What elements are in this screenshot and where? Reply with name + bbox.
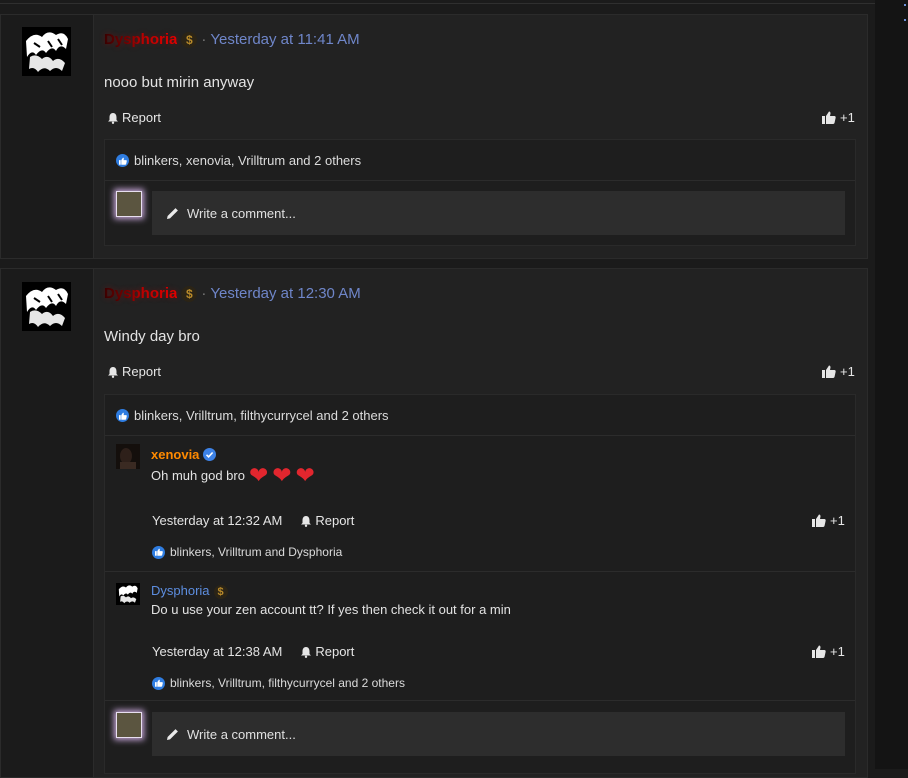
verified-badge-icon: [203, 448, 217, 462]
comment-timestamp[interactable]: Yesterday at 12:38 AM: [152, 644, 282, 659]
write-comment-input[interactable]: Write a comment...: [152, 191, 845, 235]
post-message: nooo but mirin anyway: [104, 74, 255, 91]
reaction-summary[interactable]: blinkers, Vrilltrum, filthycurrycel and …: [152, 676, 405, 690]
thumbs-up-icon: [812, 645, 826, 658]
dollar-coin-icon: $: [213, 584, 228, 599]
reaction-summary[interactable]: blinkers, Vrilltrum and Dysphoria: [152, 545, 342, 559]
write-comment-input[interactable]: Write a comment...: [152, 712, 845, 756]
heart-icon: ❤: [248, 462, 269, 488]
reaction-users: blinkers, xenovia, Vrilltrum and 2 other…: [134, 153, 362, 168]
top-divider: [0, 3, 875, 4]
scrollbar-track[interactable]: [875, 0, 908, 769]
comment-author[interactable]: Dysphoria $: [151, 583, 228, 599]
avatar[interactable]: [22, 282, 71, 331]
reaction-users: blinkers, Vrilltrum, filthycurrycel and …: [134, 408, 389, 423]
post-header: Dysphoria $ · Yesterday at 12:30 AM: [104, 285, 361, 303]
comment-placeholder: Write a comment...: [187, 726, 296, 742]
like-reaction-icon: [152, 676, 165, 690]
post-timestamp[interactable]: Yesterday at 11:41 AM: [210, 31, 359, 48]
pencil-icon: [167, 728, 178, 740]
report-label: Report: [122, 110, 162, 125]
comment-meta: Yesterday at 12:32 AM Report: [152, 513, 354, 528]
reaction-users: blinkers, Vrilltrum, filthycurrycel and …: [170, 676, 405, 690]
post-sidebar: [1, 269, 94, 777]
bell-icon: [301, 515, 312, 527]
bell-icon: [108, 366, 118, 378]
comment-avatar[interactable]: [116, 583, 140, 605]
dollar-coin-icon: $: [181, 32, 198, 49]
post-author[interactable]: Dysphoria: [104, 285, 177, 302]
bell-icon: [108, 112, 118, 124]
post-timestamp[interactable]: Yesterday at 12:30 AM: [210, 285, 360, 302]
report-label: Report: [315, 513, 355, 528]
like-label: +1: [830, 644, 845, 659]
like-label: +1: [830, 513, 845, 528]
post-author[interactable]: Dysphoria: [104, 31, 177, 48]
scroll-marker: [904, 4, 906, 6]
like-label: +1: [840, 110, 855, 125]
like-button[interactable]: +1: [822, 110, 855, 125]
scroll-marker: [904, 19, 906, 21]
thumbs-up-icon: [822, 111, 836, 124]
comment-avatar[interactable]: [116, 444, 140, 469]
heart-icon: ❤: [295, 462, 315, 488]
like-button[interactable]: +1: [812, 644, 845, 659]
dollar-coin-icon: $: [181, 286, 198, 303]
comment-meta: Yesterday at 12:38 AM Report: [152, 644, 354, 659]
comment-placeholder: Write a comment...: [187, 205, 296, 221]
post-header: Dysphoria $ · Yesterday at 11:41 AM: [104, 31, 360, 49]
like-button[interactable]: +1: [822, 364, 855, 379]
report-label: Report: [122, 364, 162, 379]
reaction-summary[interactable]: blinkers, Vrilltrum, filthycurrycel and …: [116, 408, 389, 423]
reactions-and-comments: blinkers, Vrilltrum, filthycurrycel and …: [104, 394, 856, 774]
report-button[interactable]: Report: [300, 644, 354, 659]
report-label: Report: [315, 644, 355, 659]
current-user-avatar: [116, 191, 142, 217]
heart-icon: ❤: [272, 462, 292, 488]
report-button[interactable]: Report: [300, 513, 354, 528]
comment-author[interactable]: xenovia: [151, 447, 217, 462]
reactions-and-comments: blinkers, xenovia, Vrilltrum and 2 other…: [104, 139, 856, 246]
comment-text: Oh muh god bro ❤ ❤ ❤: [151, 462, 315, 488]
like-reaction-icon: [152, 545, 165, 559]
like-reaction-icon: [116, 409, 129, 422]
reaction-users: blinkers, Vrilltrum and Dysphoria: [170, 545, 343, 559]
like-label: +1: [840, 364, 855, 379]
separator-dot: ·: [201, 31, 207, 48]
divider: [105, 700, 855, 701]
separator-dot: ·: [201, 285, 207, 302]
thumbs-up-icon: [822, 365, 836, 378]
divider: [105, 435, 855, 436]
avatar[interactable]: [22, 27, 71, 76]
post-message: Windy day bro: [104, 328, 200, 345]
bell-icon: [301, 646, 312, 658]
reaction-summary[interactable]: blinkers, xenovia, Vrilltrum and 2 other…: [116, 153, 361, 168]
thumbs-up-icon: [812, 514, 826, 527]
divider: [105, 571, 855, 572]
like-reaction-icon: [116, 154, 129, 167]
like-button[interactable]: +1: [812, 513, 845, 528]
report-button[interactable]: Report: [107, 364, 161, 379]
pencil-icon: [167, 207, 178, 219]
report-button[interactable]: Report: [107, 110, 161, 125]
comment-timestamp[interactable]: Yesterday at 12:32 AM: [152, 513, 282, 528]
divider: [105, 180, 855, 181]
current-user-avatar: [116, 712, 142, 738]
comment-text: Do u use your zen account tt? If yes the…: [151, 602, 511, 617]
